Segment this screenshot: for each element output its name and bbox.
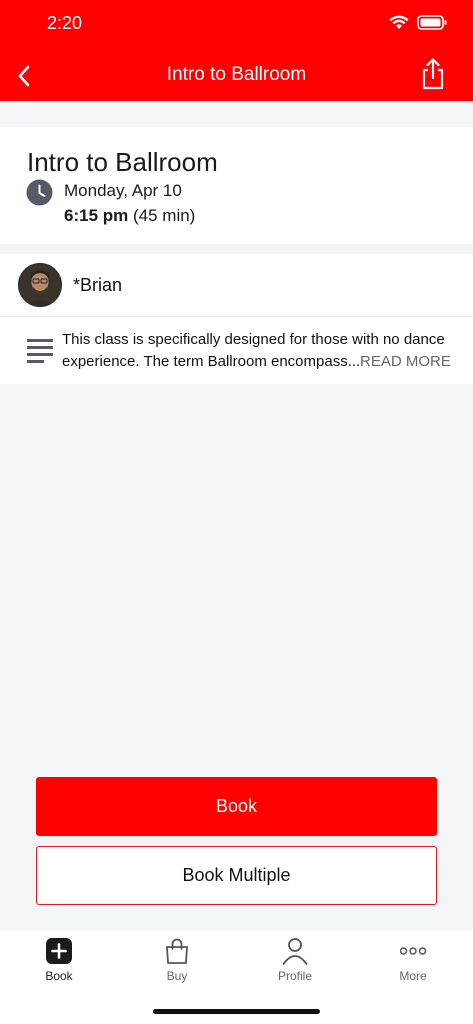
tab-label: Buy xyxy=(166,969,188,983)
class-time: 6:15 pm (45 min) xyxy=(64,206,195,226)
avatar[interactable] xyxy=(18,263,62,307)
tab-profile[interactable]: Profile xyxy=(255,936,335,983)
class-date: Monday, Apr 10 xyxy=(64,181,182,200)
instructor-name[interactable]: *Brian xyxy=(73,275,122,296)
person-icon xyxy=(282,938,308,965)
home-indicator xyxy=(153,1009,320,1014)
read-more-link[interactable]: READ MORE xyxy=(360,351,451,373)
divider xyxy=(0,316,473,317)
share-icon xyxy=(422,58,444,90)
tab-more[interactable]: More xyxy=(373,936,453,983)
avatar-photo xyxy=(18,263,62,307)
status-icons xyxy=(389,15,447,30)
tab-label: More xyxy=(399,969,427,983)
nav-title: Intro to Ballroom xyxy=(166,64,307,85)
status-time: 2:20 xyxy=(47,13,83,33)
description-lines-icon xyxy=(27,339,53,363)
tab-label: Profile xyxy=(277,969,312,983)
instructor-card: *Brian This class is specifically design… xyxy=(0,254,473,384)
class-start-time: 6:15 pm xyxy=(64,206,129,225)
app-header: 2:20 Intro to Ballroom xyxy=(0,0,473,101)
class-title: Intro to Ballroom xyxy=(27,147,218,177)
plus-square-icon xyxy=(46,938,72,964)
more-dots-icon xyxy=(400,947,426,955)
class-duration: (45 min) xyxy=(132,206,196,225)
clock-icon xyxy=(26,179,53,206)
wifi-icon xyxy=(389,15,409,29)
tab-buy[interactable]: Buy xyxy=(137,936,217,983)
book-button[interactable]: Book xyxy=(36,777,437,836)
book-multiple-button[interactable]: Book Multiple xyxy=(36,846,437,905)
tab-book[interactable]: Book xyxy=(19,936,99,983)
class-info-card: Intro to Ballroom Monday, Apr 10 6:15 pm… xyxy=(0,127,473,244)
shopping-bag-icon xyxy=(166,938,188,964)
share-button[interactable] xyxy=(419,58,447,90)
battery-icon xyxy=(417,15,447,30)
tab-label: Book xyxy=(45,969,73,983)
